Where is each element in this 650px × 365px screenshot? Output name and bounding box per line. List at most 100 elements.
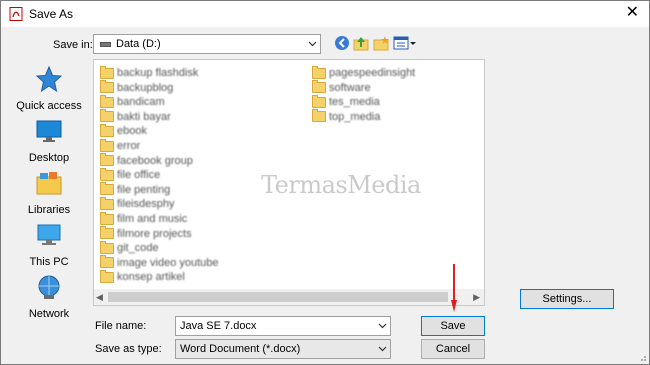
file-name-label: File name: (95, 320, 147, 332)
folder-icon (100, 196, 114, 210)
place-desktop[interactable]: Desktop (11, 117, 87, 164)
folder-icon (100, 94, 114, 108)
save-as-type-select[interactable]: Word Document (*.docx) (175, 339, 391, 359)
folder-icon (100, 211, 114, 225)
folder-name: git_code (117, 242, 159, 255)
horizontal-scrollbar[interactable]: ◀ ▶ (94, 289, 484, 305)
folder-icon (100, 255, 114, 269)
file-name-field[interactable]: Java SE 7.docx (175, 316, 391, 336)
folder-name: file penting (117, 183, 171, 196)
file-name-value[interactable]: Java SE 7.docx (180, 320, 256, 332)
places-bar: Quick access Desktop Libraries This PC N… (11, 59, 87, 329)
libraries-icon (36, 172, 62, 195)
folder-item[interactable]: image video youtube (100, 255, 219, 270)
cancel-button[interactable]: Cancel (421, 339, 485, 359)
folder-icon (312, 94, 326, 108)
folder-icon (100, 182, 114, 196)
save-in-combobox[interactable]: Data (D:) (93, 34, 321, 54)
folder-name: bakti bayar (117, 110, 171, 123)
folder-name: software (329, 81, 371, 94)
folder-icon (100, 167, 114, 181)
folder-name: konsep artikel (117, 271, 185, 284)
folder-icon (312, 80, 326, 94)
watermark: TermasMedia (261, 171, 421, 199)
save-in-value: Data (D:) (116, 38, 161, 50)
settings-button[interactable]: Settings... (520, 289, 614, 309)
desktop-icon (36, 120, 62, 142)
folder-item[interactable]: film and music (100, 211, 188, 226)
computer-icon (37, 224, 61, 245)
place-quick-access[interactable]: Quick access (11, 65, 87, 112)
star-icon (35, 65, 63, 93)
views-menu-icon[interactable] (393, 35, 417, 51)
folder-name: bandicam (117, 96, 165, 109)
scroll-right-icon[interactable]: ▶ (473, 292, 480, 303)
folder-name: pagespeedinsight (329, 67, 416, 79)
save-in-label: Save in: (53, 39, 93, 51)
folder-icon (100, 65, 114, 79)
folder-name: facebook group (117, 154, 193, 167)
folder-item[interactable]: backup flashdisk (100, 65, 199, 80)
close-icon[interactable]: ✕ (626, 4, 639, 22)
folder-name: tes_media (329, 96, 380, 109)
folder-icon (100, 123, 114, 137)
folder-name: image video youtube (117, 256, 219, 269)
folder-icon (100, 240, 114, 254)
folder-icon (100, 226, 114, 240)
folder-item[interactable]: backupblog (100, 80, 174, 95)
folder-item[interactable]: top_media (312, 109, 381, 124)
red-arrow-annotation (451, 264, 457, 312)
folder-name: ebook (117, 125, 147, 138)
folder-item[interactable]: facebook group (100, 153, 193, 168)
save-as-dialog: Save As ✕ Save in: Data (D:) Quick acces… (0, 0, 650, 365)
network-icon (38, 275, 60, 299)
chevron-down-icon[interactable] (374, 317, 390, 335)
folder-name: backupblog (117, 81, 174, 94)
folder-item[interactable]: bandicam (100, 94, 165, 109)
folder-name: film and music (117, 213, 188, 225)
new-folder-icon[interactable] (373, 35, 389, 51)
folder-item[interactable]: bakti bayar (100, 109, 171, 124)
folder-icon (100, 153, 114, 167)
folder-item[interactable]: fileisdesphy (100, 196, 175, 211)
resize-grip-icon[interactable] (637, 352, 647, 362)
pdf-app-icon (9, 7, 23, 21)
folder-icon (312, 65, 326, 79)
folder-icon (100, 138, 114, 152)
save-as-type-value: Word Document (*.docx) (180, 343, 301, 355)
folder-name: file office (117, 169, 161, 182)
folder-item[interactable]: filmore projects (100, 226, 192, 241)
folder-item[interactable]: ebook (100, 123, 147, 138)
folder-name: backup flashdisk (117, 67, 199, 79)
folder-item[interactable]: konsep artikel (100, 269, 185, 284)
window-title: Save As (29, 7, 74, 21)
folder-icon (100, 80, 114, 94)
folder-item[interactable]: git_code (100, 240, 159, 255)
folder-name: filmore projects (117, 227, 192, 240)
folder-item[interactable]: tes_media (312, 94, 380, 109)
chevron-down-icon[interactable] (304, 35, 320, 53)
back-icon[interactable] (334, 35, 350, 51)
scroll-left-icon[interactable]: ◀ (96, 292, 103, 303)
folder-item[interactable]: software (312, 80, 371, 95)
place-libraries[interactable]: Libraries (11, 169, 87, 216)
folder-icon (312, 109, 326, 123)
folder-name: top_media (329, 110, 381, 123)
folder-item[interactable]: file penting (100, 182, 171, 197)
chevron-down-icon[interactable] (374, 340, 390, 358)
save-as-type-label: Save as type: (95, 343, 162, 355)
folder-name: error (117, 140, 141, 152)
folder-item[interactable]: file office (100, 167, 161, 182)
folder-item[interactable]: error (100, 138, 141, 153)
drive-icon (100, 42, 111, 47)
scrollbar-thumb[interactable] (108, 292, 448, 302)
place-network[interactable]: Network (11, 273, 87, 320)
title-bar: Save As ✕ (1, 1, 649, 27)
folder-item[interactable]: pagespeedinsight (312, 65, 416, 80)
up-folder-icon[interactable] (353, 35, 369, 51)
save-button[interactable]: Save (421, 316, 485, 336)
folder-icon (100, 109, 114, 123)
folder-name: fileisdesphy (117, 198, 175, 211)
place-this-pc[interactable]: This PC (11, 221, 87, 268)
folder-icon (100, 269, 114, 283)
